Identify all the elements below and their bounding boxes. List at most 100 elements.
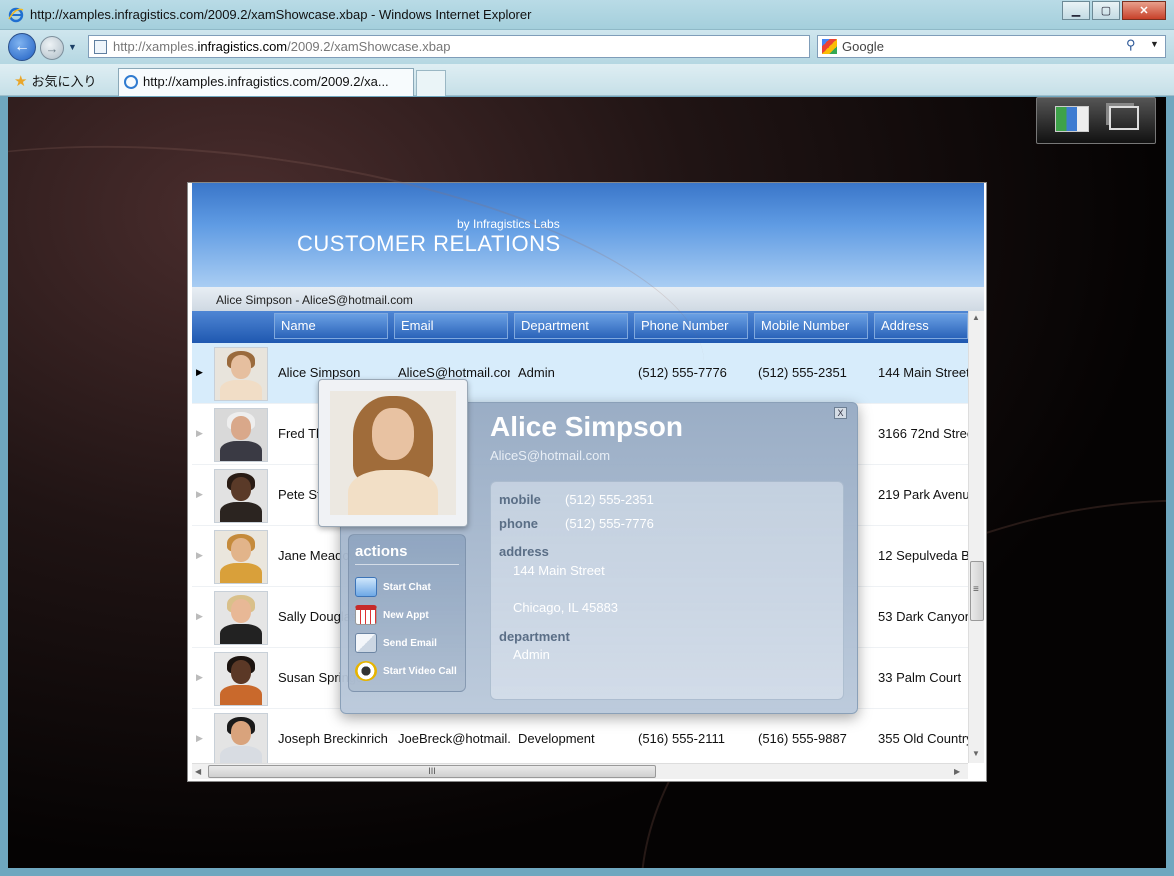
recent-pages-dropdown-icon[interactable]: ▼ <box>68 42 77 52</box>
cell-mobile: (512) 555-2351 <box>758 365 847 380</box>
phone-value: (512) 555-7776 <box>565 516 654 531</box>
cell-name: Alice Simpson <box>278 365 361 380</box>
vertical-scrollbar[interactable]: ▲ ≡ ▼ <box>968 311 984 763</box>
google-icon <box>822 39 837 54</box>
page-icon <box>94 40 107 54</box>
contact-name: Alice Simpson <box>490 411 683 442</box>
app-banner: by Infragistics Labs CUSTOMER RELATIONS <box>192 183 984 287</box>
cell-name: Joseph Breckinrich <box>278 731 388 746</box>
scroll-left-icon[interactable]: ◀ <box>195 767 201 776</box>
cell-email: AliceS@hotmail.com <box>398 365 510 380</box>
horizontal-scrollbar[interactable]: ◀ III ▶ <box>192 763 968 779</box>
scroll-down-icon[interactable]: ▼ <box>972 749 980 758</box>
tab-label: http://xamples.infragistics.com/2009.2/x… <box>143 74 389 89</box>
cell-address: 53 Dark Canyon <box>878 609 968 624</box>
window-view-icon[interactable] <box>1109 106 1139 130</box>
horizontal-scroll-thumb[interactable]: III <box>208 765 656 778</box>
column-header-department[interactable]: Department <box>514 313 628 339</box>
tab-active[interactable]: http://xamples.infragistics.com/2009.2/x… <box>118 68 414 96</box>
start-video-call-label: Start Video Call <box>383 665 457 677</box>
address-bar[interactable]: http://xamples.infragistics.com/2009.2/x… <box>88 35 892 58</box>
mobile-value: (512) 555-2351 <box>565 492 654 507</box>
actions-title: actions <box>355 543 408 560</box>
close-card-button[interactable]: X <box>834 407 847 419</box>
arrow-right-icon: → <box>45 40 59 56</box>
search-provider-label: Google <box>842 39 884 54</box>
row-selector-icon: ▶ <box>196 672 203 682</box>
envelope-icon <box>355 633 377 653</box>
cell-phone: (512) 555-7776 <box>638 365 727 380</box>
start-chat-button[interactable]: Start Chat <box>355 575 465 599</box>
send-email-button[interactable]: Send Email <box>355 631 465 655</box>
contact-portrait <box>318 379 468 527</box>
favorites-label: お気に入り <box>31 74 97 89</box>
portrait-image <box>330 391 456 515</box>
scroll-up-icon[interactable]: ▲ <box>972 313 980 322</box>
search-box[interactable]: Google <box>817 35 1166 58</box>
arrow-left-icon: ← <box>14 38 30 55</box>
new-appt-label: New Appt <box>383 609 429 621</box>
cell-mobile: (516) 555-9887 <box>758 731 847 746</box>
row-selector-icon: ▶ <box>196 733 203 743</box>
vertical-scroll-thumb[interactable]: ≡ <box>970 561 984 621</box>
calendar-icon <box>355 605 377 625</box>
cell-address: 3166 72nd Street <box>878 426 968 441</box>
cell-address: 33 Palm Court <box>878 670 962 685</box>
tab-bar: ★ お気に入り http://xamples.infragistics.com/… <box>0 64 1174 96</box>
avatar <box>214 469 268 523</box>
department-label: department <box>499 629 570 644</box>
contact-details: mobile (512) 555-2351 phone (512) 555-77… <box>490 481 844 700</box>
banner-title: CUSTOMER RELATIONS <box>297 231 561 256</box>
start-chat-label: Start Chat <box>383 581 431 593</box>
close-window-button[interactable]: ✕ <box>1122 1 1166 20</box>
avatar <box>214 408 268 462</box>
address-domain: infragistics.com <box>197 39 288 54</box>
grid-header: Name Email Department Phone Number Mobil… <box>192 311 968 343</box>
column-header-mobile[interactable]: Mobile Number <box>754 313 868 339</box>
table-row[interactable]: ▶ Joseph Breckinrich JoeBreck@hotmail. D… <box>192 709 968 763</box>
webcam-icon <box>355 661 377 681</box>
contact-email: AliceS@hotmail.com <box>490 448 611 463</box>
start-video-call-button[interactable]: Start Video Call <box>355 659 465 683</box>
maximize-button[interactable]: ▢ <box>1092 1 1120 20</box>
back-button[interactable]: ← <box>8 33 36 61</box>
view-switcher[interactable] <box>1036 97 1156 144</box>
new-tab-button[interactable] <box>416 70 446 96</box>
avatar <box>214 530 268 584</box>
cell-address: 219 Park Avenue <box>878 487 968 502</box>
address-label: address <box>499 544 549 559</box>
favorites-button[interactable]: ★ お気に入り <box>14 71 96 90</box>
scroll-grip: ≡ <box>973 584 979 595</box>
minimize-button[interactable]: ▁ <box>1062 1 1090 20</box>
page-content: by Infragistics Labs CUSTOMER RELATIONS … <box>8 97 1166 868</box>
star-icon: ★ <box>14 72 28 90</box>
column-header-email[interactable]: Email <box>394 313 508 339</box>
row-selector-icon: ▶ <box>196 367 203 377</box>
address-prefix: http://xamples. <box>113 39 198 54</box>
table-row[interactable]: ▶ Alice Simpson AliceS@hotmail.com Admin… <box>192 343 968 404</box>
actions-panel: actions Start Chat New Appt Send Email S… <box>348 534 466 692</box>
new-appointment-button[interactable]: New Appt <box>355 603 465 627</box>
cell-email: JoeBreck@hotmail. <box>398 731 510 746</box>
tiles-view-icon[interactable] <box>1055 106 1089 132</box>
customer-relations-app: by Infragistics Labs CUSTOMER RELATIONS … <box>187 182 987 782</box>
navigation-bar: ← → ▼ http://xamples.infragistics.com/20… <box>0 30 1174 64</box>
mobile-label: mobile <box>499 492 541 507</box>
column-header-address[interactable]: Address <box>874 313 968 339</box>
cell-name: Fred Thompson <box>278 426 370 441</box>
search-icon[interactable]: ⚲ <box>1126 37 1136 53</box>
cell-address: 12 Sepulveda Blvd <box>878 548 968 563</box>
scroll-right-icon[interactable]: ▶ <box>954 767 960 776</box>
search-options-dropdown-icon[interactable]: ▼ <box>1150 39 1159 49</box>
selection-bar: Alice Simpson - AliceS@hotmail.com <box>192 287 984 311</box>
cell-address: 355 Old Country <box>878 731 968 746</box>
chat-icon <box>355 577 377 597</box>
cell-department: Admin <box>518 365 555 380</box>
column-header-phone[interactable]: Phone Number <box>634 313 748 339</box>
column-header-name[interactable]: Name <box>274 313 388 339</box>
forward-button[interactable]: → <box>40 36 64 60</box>
avatar <box>214 713 268 763</box>
ie-tab-icon <box>124 75 138 89</box>
cell-address: 144 Main Street <box>878 365 968 380</box>
row-selector-icon: ▶ <box>196 611 203 621</box>
